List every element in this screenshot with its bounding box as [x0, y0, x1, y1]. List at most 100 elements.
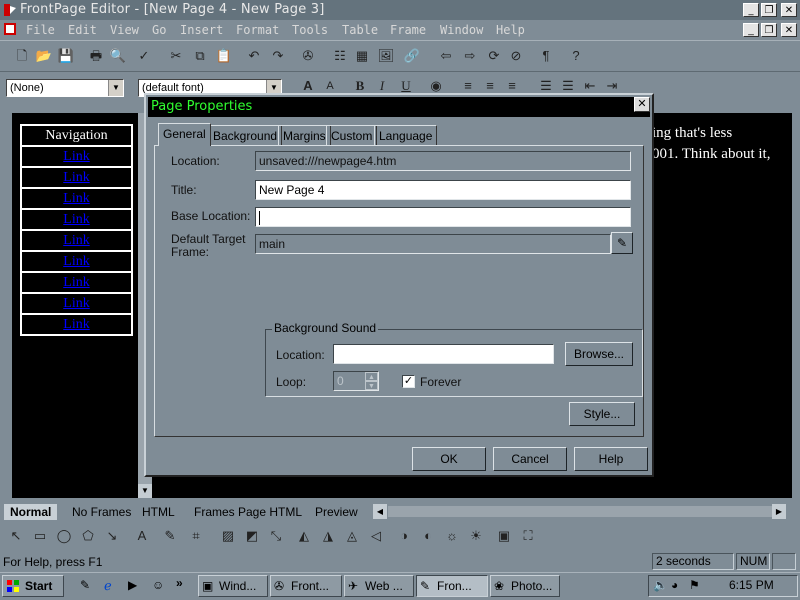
refresh-icon[interactable]: ⟳	[484, 46, 504, 66]
open-icon[interactable]: 📂	[34, 46, 54, 66]
title-input[interactable]: New Page 4	[255, 180, 631, 200]
stop-icon[interactable]: ⊘	[506, 46, 526, 66]
paste-icon[interactable]: 📋	[214, 46, 234, 66]
nav-link[interactable]: Link	[20, 187, 133, 210]
taskbar-button-web[interactable]: ✈ Web ...	[344, 575, 414, 597]
print-icon[interactable]: 🖶	[86, 46, 106, 66]
clock[interactable]: 6:15 PM	[729, 578, 774, 592]
scroll-left-icon[interactable]: ◀	[373, 504, 387, 519]
rotate-left-icon[interactable]: ◭	[294, 526, 314, 546]
show-paragraph-icon[interactable]: ¶	[536, 46, 556, 66]
quicklaunch-more-icon[interactable]: »	[176, 576, 190, 592]
menu-insert[interactable]: Insert	[180, 23, 223, 37]
polygon-icon[interactable]: ⬠	[78, 526, 98, 546]
scroll-down-icon[interactable]: ▼	[138, 484, 152, 498]
insert-form-icon[interactable]: ☷	[330, 46, 350, 66]
style-select[interactable]: (None) ▼	[6, 79, 124, 97]
select-pointer-icon[interactable]: ↖	[6, 526, 26, 546]
forward-icon[interactable]: ⇨	[460, 46, 480, 66]
tab-preview[interactable]: Preview	[315, 504, 358, 520]
forever-checkbox[interactable]: ✓	[402, 375, 415, 388]
menu-edit[interactable]: Edit	[68, 23, 97, 37]
nav-link[interactable]: Link	[20, 166, 133, 189]
tab-general[interactable]: General	[158, 123, 211, 146]
quicklaunch-media-icon[interactable]: ▶	[128, 578, 146, 594]
help-pointer-icon[interactable]: ?	[566, 46, 586, 66]
horizontal-scrollbar[interactable]	[388, 506, 772, 517]
transparent-color-icon[interactable]: ✎	[160, 526, 180, 546]
tab-normal[interactable]: Normal	[4, 504, 58, 520]
tab-background[interactable]: Background	[208, 125, 283, 145]
document-icon[interactable]	[3, 22, 17, 36]
print-preview-icon[interactable]: 🔍	[108, 46, 128, 66]
cancel-button[interactable]: Cancel	[493, 447, 567, 471]
redo-icon[interactable]: ↷	[268, 46, 288, 66]
doc-minimize-button[interactable]: _	[743, 23, 759, 37]
menu-window[interactable]: Window	[440, 23, 483, 37]
quicklaunch-ie-icon[interactable]: ℯ	[104, 578, 122, 594]
sound-location-input[interactable]	[333, 344, 554, 364]
start-button[interactable]: Start	[2, 575, 64, 597]
hyperlink-icon[interactable]: 🔗	[402, 46, 422, 66]
copy-icon[interactable]: ⧉	[190, 46, 210, 66]
save-icon[interactable]: 💾	[56, 46, 76, 66]
spelling-icon[interactable]: ✓	[134, 46, 154, 66]
text-tool-icon[interactable]: A	[132, 526, 152, 546]
rectangle-icon[interactable]: ▭	[30, 526, 50, 546]
nav-link[interactable]: Link	[20, 271, 133, 294]
menu-file[interactable]: File	[26, 23, 55, 37]
edit-target-frame-button[interactable]: ✎	[611, 232, 633, 254]
network-icon[interactable]: ◕	[671, 578, 678, 592]
close-button[interactable]: ✕	[781, 3, 797, 17]
taskbar-button-photo[interactable]: ❀ Photo...	[490, 575, 560, 597]
more-contrast-icon[interactable]: ◑	[394, 526, 414, 546]
nav-link[interactable]: Link	[20, 145, 133, 168]
minimize-button[interactable]: _	[743, 3, 759, 17]
taskbar-button-frontpage-explorer[interactable]: ✇ Front...	[270, 575, 342, 597]
menu-frame[interactable]: Frame	[390, 23, 426, 37]
volume-icon[interactable]: 🔈	[653, 578, 668, 592]
webbot-icon[interactable]: ✇	[298, 46, 318, 66]
nav-link[interactable]: Link	[20, 250, 133, 273]
taskbar-button-windows[interactable]: ▣ Wind...	[198, 575, 268, 597]
menu-table[interactable]: Table	[342, 23, 378, 37]
doc-close-button[interactable]: ✕	[781, 23, 797, 37]
black-white-icon[interactable]: ◩	[242, 526, 262, 546]
tab-no-frames[interactable]: No Frames	[72, 504, 131, 520]
tab-custom[interactable]: Custom	[326, 125, 378, 145]
cut-icon[interactable]: ✂	[166, 46, 186, 66]
insert-table-icon[interactable]: ▦	[352, 46, 372, 66]
chevron-down-icon[interactable]: ▼	[108, 80, 123, 96]
restore-icon[interactable]: ⤡	[266, 526, 286, 546]
back-icon[interactable]: ⇦	[436, 46, 456, 66]
washout-icon[interactable]: ▨	[218, 526, 238, 546]
taskbar-button-frontpage-editor[interactable]: ✎ Fron...	[416, 575, 488, 597]
style-button[interactable]: Style...	[569, 402, 635, 426]
tray-app-icon[interactable]: ⚑	[689, 578, 700, 592]
crop-icon[interactable]: ⌗	[186, 526, 206, 546]
more-brightness-icon[interactable]: ☼	[442, 526, 462, 546]
scroll-right-icon[interactable]: ▶	[772, 504, 786, 519]
menu-tools[interactable]: Tools	[292, 23, 328, 37]
nav-link[interactable]: Link	[20, 229, 133, 252]
menu-format[interactable]: Format	[236, 23, 279, 37]
rotate-right-icon[interactable]: ◮	[318, 526, 338, 546]
maximize-button[interactable]: ❐	[761, 3, 777, 17]
flip-vertical-icon[interactable]: ◬	[342, 526, 362, 546]
flip-horizontal-icon[interactable]: ◁	[366, 526, 386, 546]
help-button[interactable]: Help	[574, 447, 648, 471]
undo-icon[interactable]: ↶	[244, 46, 264, 66]
highlight-hotspot-icon[interactable]: ↘	[102, 526, 122, 546]
dialog-close-button[interactable]: ✕	[634, 97, 650, 112]
tab-language[interactable]: Language	[374, 125, 438, 145]
menu-help[interactable]: Help	[496, 23, 525, 37]
quicklaunch-folder-icon[interactable]: ☺	[152, 578, 170, 594]
resample-icon[interactable]: ⛶	[518, 526, 538, 546]
base-location-input[interactable]	[255, 207, 631, 227]
nav-link[interactable]: Link	[20, 313, 133, 336]
quicklaunch-desktop-icon[interactable]: ✎	[80, 578, 98, 594]
insert-image-icon[interactable]: 🖼	[376, 46, 396, 66]
browse-button[interactable]: Browse...	[565, 342, 633, 366]
menu-go[interactable]: Go	[152, 23, 166, 37]
new-page-icon[interactable]: 🗋	[12, 46, 32, 66]
